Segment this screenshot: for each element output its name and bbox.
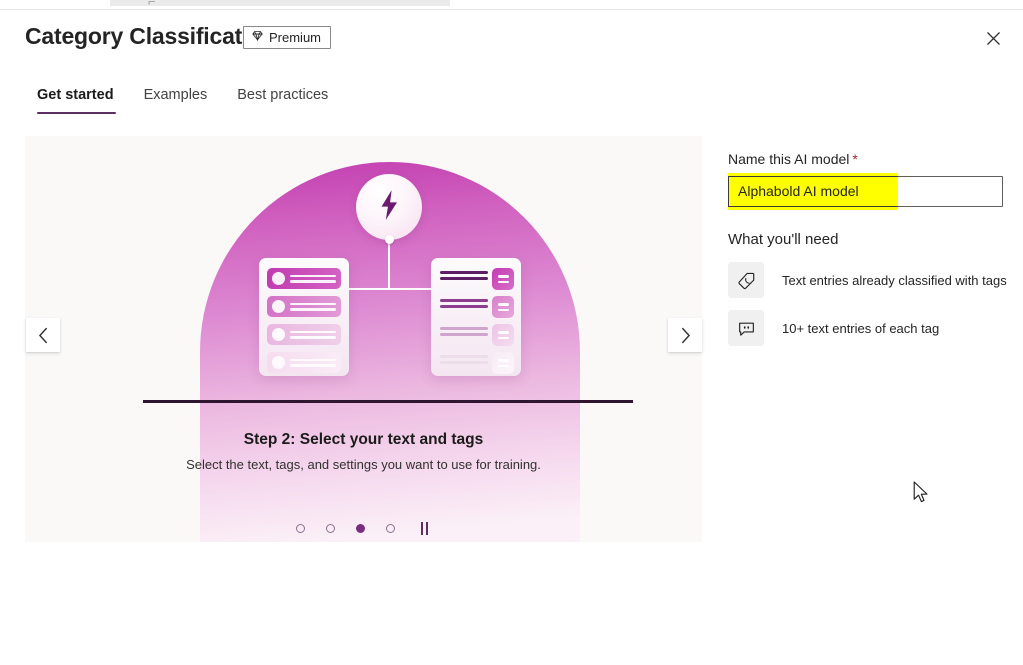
text-row	[440, 355, 488, 364]
tab-bar: Get started Examples Best practices	[25, 79, 343, 114]
chevron-right-icon[interactable]	[668, 318, 702, 352]
pause-icon[interactable]	[417, 522, 431, 535]
list-row	[267, 296, 341, 317]
name-input[interactable]	[728, 176, 1003, 207]
lightning-bolt-icon	[356, 174, 422, 240]
tag-chip	[492, 324, 514, 346]
carousel-step-title: Step 2: Select your text and tags	[243, 431, 484, 448]
text-row	[440, 327, 488, 336]
what-you-need-title: What you'll need	[728, 231, 839, 248]
tab-examples[interactable]: Examples	[129, 79, 223, 114]
carousel-dot-1[interactable]	[296, 524, 305, 533]
name-field-label-text: Name this AI model	[728, 151, 850, 167]
required-marker: *	[852, 151, 858, 167]
app-root: ⌐ Category Classification Premium Get st…	[0, 0, 1023, 665]
premium-badge: Premium	[243, 26, 332, 49]
list-row	[267, 268, 341, 289]
requirement-item-entries-label: 10+ text entries of each tag	[782, 320, 940, 336]
premium-badge-label: Premium	[269, 29, 322, 45]
carousel-step-subtitle: Select the text, tags, and settings you …	[186, 457, 541, 472]
carousel-panel: Step 2: Select your text and tags Select…	[25, 136, 702, 542]
page-title: Category Classification	[25, 23, 277, 49]
background-page-sliver: ⌐	[0, 0, 1023, 9]
comment-quote-icon	[728, 310, 764, 346]
tab-examples-label: Examples	[143, 87, 208, 103]
carousel-controls	[25, 522, 702, 535]
close-icon[interactable]	[977, 22, 1009, 54]
carousel-dot-4[interactable]	[386, 524, 395, 533]
tab-best-practices[interactable]: Best practices	[222, 79, 343, 114]
tag-icon	[728, 262, 764, 298]
gem-icon	[251, 29, 264, 47]
background-glyph: ⌐	[148, 0, 156, 9]
tag-chip	[492, 296, 514, 318]
carousel-caption: Step 2: Select your text and tags Select…	[25, 431, 702, 472]
dialog-footer: Create Cancel	[0, 610, 1023, 665]
list-row	[267, 324, 341, 345]
requirement-item-tags: Text entries already classified with tag…	[728, 262, 1007, 298]
name-field-label: Name this AI model *	[728, 151, 858, 167]
illustration-baseline	[143, 400, 633, 403]
requirement-item-entries: 10+ text entries of each tag	[728, 310, 939, 346]
carousel-dot-3[interactable]	[356, 524, 365, 533]
requirement-item-tags-label: Text entries already classified with tag…	[782, 272, 1007, 288]
illustration-card-tags	[431, 258, 521, 376]
tab-get-started[interactable]: Get started	[25, 79, 129, 114]
tag-chip	[492, 268, 514, 290]
tab-get-started-label: Get started	[37, 87, 114, 103]
tag-chip	[492, 352, 514, 374]
tab-best-practices-label: Best practices	[237, 87, 329, 103]
carousel-illustration	[25, 136, 702, 542]
text-row	[440, 271, 488, 280]
list-row	[267, 352, 341, 373]
category-classification-dialog: Category Classification Premium Get star…	[0, 9, 1023, 665]
carousel-dot-2[interactable]	[326, 524, 335, 533]
connector-dot-center	[384, 235, 394, 244]
chevron-left-icon[interactable]	[26, 318, 60, 352]
illustration-card-list	[259, 258, 349, 376]
text-row	[440, 299, 488, 308]
background-bar	[110, 0, 450, 6]
